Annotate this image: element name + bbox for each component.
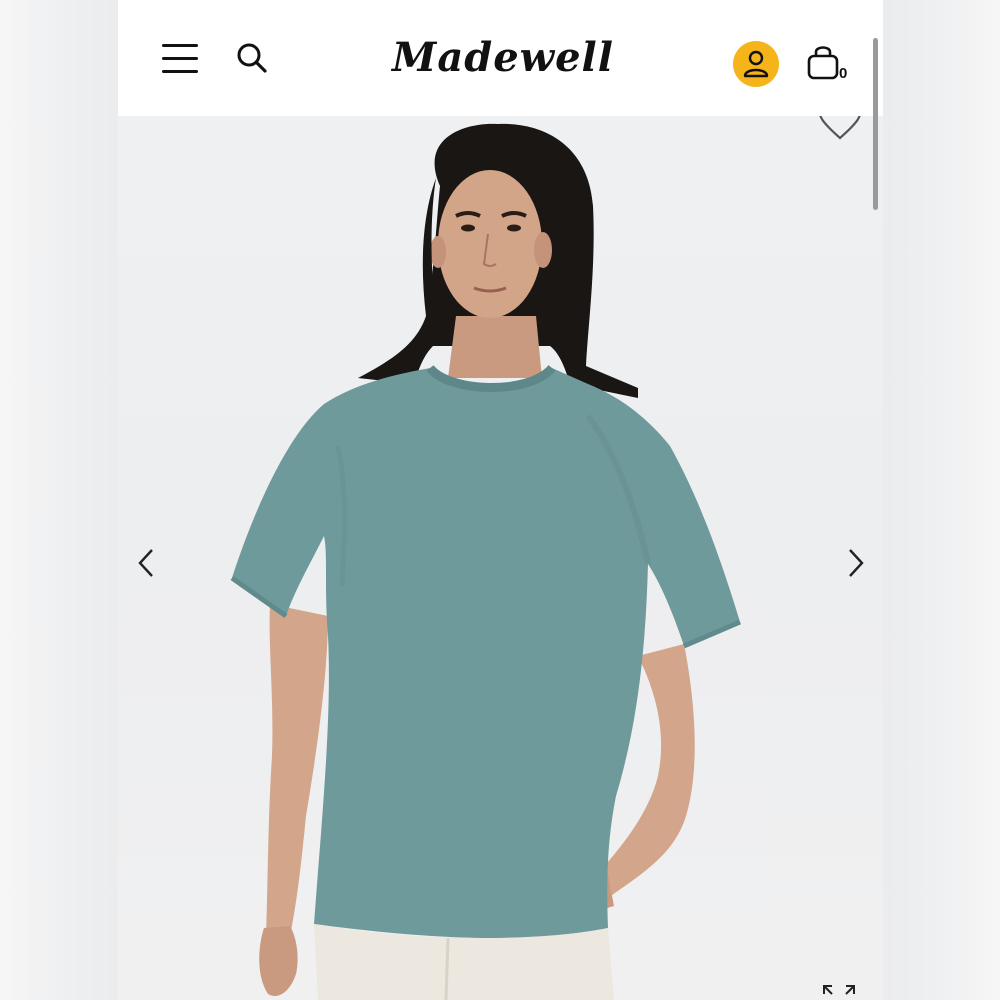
brand-logo[interactable]: Madewell <box>388 26 618 88</box>
shopping-bag-icon <box>807 46 839 80</box>
product-image <box>230 123 741 1000</box>
product-page: Madewell 0 <box>118 0 883 1000</box>
chevron-right-icon <box>849 549 864 577</box>
site-header: Madewell 0 <box>118 0 883 116</box>
menu-icon <box>162 44 198 47</box>
cart-count: 0 <box>839 65 848 82</box>
chevron-left-icon <box>138 549 153 577</box>
product-image-carousel[interactable] <box>118 107 883 1000</box>
expand-image-button[interactable] <box>822 980 856 1000</box>
account-button[interactable] <box>733 41 779 87</box>
next-image-button[interactable] <box>842 546 868 580</box>
user-icon <box>743 50 769 78</box>
scrollbar[interactable] <box>873 38 878 210</box>
menu-button[interactable] <box>162 42 200 74</box>
cart-button[interactable]: 0 <box>806 42 852 86</box>
search-button[interactable] <box>234 40 270 76</box>
background-right <box>883 0 1000 1000</box>
search-icon <box>237 43 267 73</box>
background-left <box>0 0 118 1000</box>
expand-icon <box>823 985 855 995</box>
previous-image-button[interactable] <box>134 546 160 580</box>
